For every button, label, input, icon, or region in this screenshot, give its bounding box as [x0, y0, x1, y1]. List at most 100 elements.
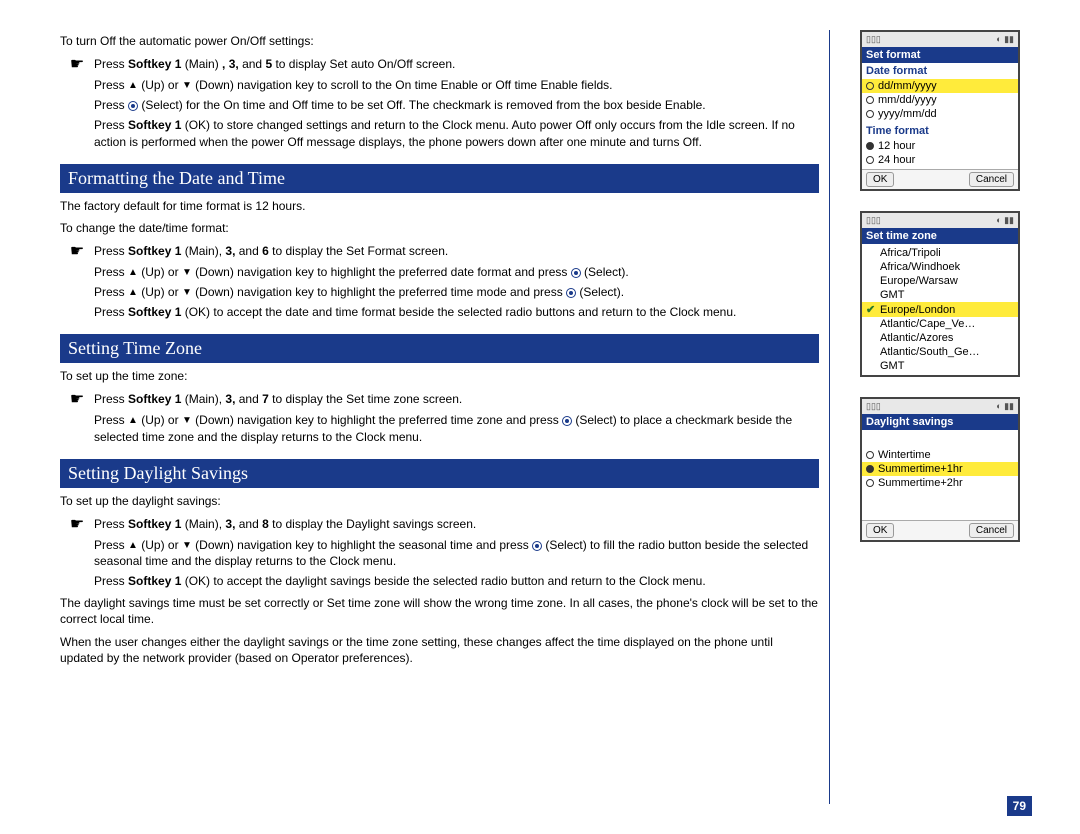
up-arrow-icon: ▲	[128, 79, 138, 93]
instruction-step: Press ▲ (Up) or ▼ (Down) navigation key …	[60, 77, 819, 93]
down-arrow-icon: ▼	[182, 539, 192, 553]
step-text: Press Softkey 1 (OK) to accept the dayli…	[94, 573, 819, 589]
down-arrow-icon: ▼	[182, 286, 192, 300]
up-arrow-icon: ▲	[128, 539, 138, 553]
radio-icon	[866, 110, 874, 118]
phone-section-label: Time format	[862, 123, 1018, 137]
softkey-ok[interactable]: OK	[866, 523, 894, 538]
steps-format: ☛Press Softkey 1 (Main), 3, and 6 to dis…	[60, 243, 819, 321]
phone-status-bar: ▯▯▯◐ ▮▮	[862, 399, 1018, 414]
intro-text: The factory default for time format is 1…	[60, 199, 819, 213]
down-arrow-icon: ▼	[182, 266, 192, 280]
phone-options-time: 12 hour24 hour	[862, 137, 1018, 169]
pointer-icon: ☛	[60, 56, 94, 73]
phone-option[interactable]: dd/mm/yyyy	[862, 79, 1018, 93]
intro-text: To turn Off the automatic power On/Off s…	[60, 34, 819, 48]
section-heading-format: Formatting the Date and Time	[60, 164, 819, 193]
step-text: Press ▲ (Up) or ▼ (Down) navigation key …	[94, 537, 819, 569]
pointer-icon	[60, 117, 94, 118]
select-icon	[532, 541, 542, 551]
phone-option[interactable]: mm/dd/yyyy	[862, 93, 1018, 107]
phone-timezone-list: Africa/TripoliAfrica/WindhoekEurope/Wars…	[862, 244, 1018, 375]
phone-option-label: Wintertime	[878, 449, 931, 461]
phone-softkeys: OK Cancel	[862, 169, 1018, 189]
radio-icon	[866, 142, 874, 150]
step-text: Press Softkey 1 (Main), 3, and 8 to disp…	[94, 516, 819, 532]
phone-option[interactable]: Summertime+1hr	[862, 462, 1018, 476]
instruction-step: ☛Press Softkey 1 (Main), 3, and 7 to dis…	[60, 391, 819, 408]
phone-list-item[interactable]: ✔Europe/London	[862, 302, 1018, 317]
instruction-step: ☛Press Softkey 1 (Main), 3, and 6 to dis…	[60, 243, 819, 260]
phone-list-item[interactable]: GMT	[862, 288, 1018, 302]
phone-list-item[interactable]: Africa/Tripoli	[862, 246, 1018, 260]
phone-title: Set time zone	[862, 228, 1018, 244]
phone-option-label: Summertime+2hr	[878, 477, 963, 489]
phone-options-date: dd/mm/yyyymm/dd/yyyyyyyy/mm/dd	[862, 77, 1018, 123]
phone-title: Set format	[862, 47, 1018, 63]
instruction-step: Press ▲ (Up) or ▼ (Down) navigation key …	[60, 264, 819, 280]
phone-list-item[interactable]: Atlantic/South_Ge…	[862, 345, 1018, 359]
page-number: 79	[1007, 796, 1032, 816]
pointer-icon	[60, 573, 94, 574]
phone-list-item[interactable]: Atlantic/Azores	[862, 331, 1018, 345]
phone-option-label: yyyy/mm/dd	[878, 108, 937, 120]
main-column: To turn Off the automatic power On/Off s…	[60, 30, 830, 804]
phone-option-label: dd/mm/yyyy	[878, 80, 937, 92]
instruction-step: ☛Press Softkey 1 (Main) , 3, and 5 to di…	[60, 56, 819, 73]
step-text: Press Softkey 1 (OK) to accept the date …	[94, 304, 819, 320]
select-icon	[128, 101, 138, 111]
page: To turn Off the automatic power On/Off s…	[0, 0, 1080, 834]
phone-list-item[interactable]: Europe/Warsaw	[862, 274, 1018, 288]
phone-mock-daylight: ▯▯▯◐ ▮▮ Daylight savings Wintertime Summe…	[860, 397, 1020, 542]
phone-list-label: GMT	[880, 360, 904, 372]
instruction-step: Press (Select) for the On time and Off t…	[60, 97, 819, 113]
select-icon	[571, 268, 581, 278]
phone-option[interactable]: 24 hour	[862, 153, 1018, 167]
down-arrow-icon: ▼	[182, 79, 192, 93]
section-heading-daylight: Setting Daylight Savings	[60, 459, 819, 488]
instruction-step: Press Softkey 1 (OK) to accept the dayli…	[60, 573, 819, 589]
softkey-cancel[interactable]: Cancel	[969, 172, 1014, 187]
radio-icon	[866, 96, 874, 104]
pointer-icon	[60, 97, 94, 98]
phone-option-label: Summertime+1hr	[878, 463, 963, 475]
instruction-step: ☛Press Softkey 1 (Main), 3, and 8 to dis…	[60, 516, 819, 533]
side-column: ▯▯▯◐ ▮▮ Set format Date format dd/mm/yyy…	[850, 30, 1030, 804]
phone-option[interactable]: Summertime+2hr	[862, 476, 1018, 490]
phone-status-bar: ▯▯▯◐ ▮▮	[862, 32, 1018, 47]
softkey-ok[interactable]: OK	[866, 172, 894, 187]
phone-status-bar: ▯▯▯◐ ▮▮	[862, 213, 1018, 228]
steps-poweroff: ☛Press Softkey 1 (Main) , 3, and 5 to di…	[60, 56, 819, 150]
phone-list-item[interactable]: Africa/Windhoek	[862, 260, 1018, 274]
instruction-step: Press ▲ (Up) or ▼ (Down) navigation key …	[60, 284, 819, 300]
radio-icon	[866, 156, 874, 164]
up-arrow-icon: ▲	[128, 286, 138, 300]
pointer-icon: ☛	[60, 243, 94, 260]
step-text: Press Softkey 1 (Main), 3, and 7 to disp…	[94, 391, 819, 407]
paragraph: When the user changes either the dayligh…	[60, 634, 819, 666]
pointer-icon: ☛	[60, 516, 94, 533]
step-text: Press (Select) for the On time and Off t…	[94, 97, 819, 113]
phone-list-label: Atlantic/Cape_Ve…	[880, 318, 975, 330]
phone-list-label: Atlantic/South_Ge…	[880, 346, 980, 358]
phone-option[interactable]: 12 hour	[862, 139, 1018, 153]
phone-option[interactable]: yyyy/mm/dd	[862, 107, 1018, 121]
pointer-icon	[60, 77, 94, 78]
pointer-icon	[60, 284, 94, 285]
instruction-step: Press Softkey 1 (OK) to accept the date …	[60, 304, 819, 320]
phone-option[interactable]: Wintertime	[862, 448, 1018, 462]
up-arrow-icon: ▲	[128, 266, 138, 280]
select-icon	[566, 288, 576, 298]
pointer-icon	[60, 412, 94, 413]
softkey-cancel[interactable]: Cancel	[969, 523, 1014, 538]
intro-text: To set up the daylight savings:	[60, 494, 819, 508]
phone-title: Daylight savings	[862, 414, 1018, 430]
pointer-icon	[60, 537, 94, 538]
intro-text: To change the date/time format:	[60, 221, 819, 235]
paragraph: The daylight savings time must be set co…	[60, 595, 819, 627]
phone-list-label: Africa/Tripoli	[880, 247, 941, 259]
phone-section-label: Date format	[862, 63, 1018, 77]
radio-icon	[866, 82, 874, 90]
phone-list-item[interactable]: Atlantic/Cape_Ve…	[862, 317, 1018, 331]
phone-list-item[interactable]: GMT	[862, 359, 1018, 373]
